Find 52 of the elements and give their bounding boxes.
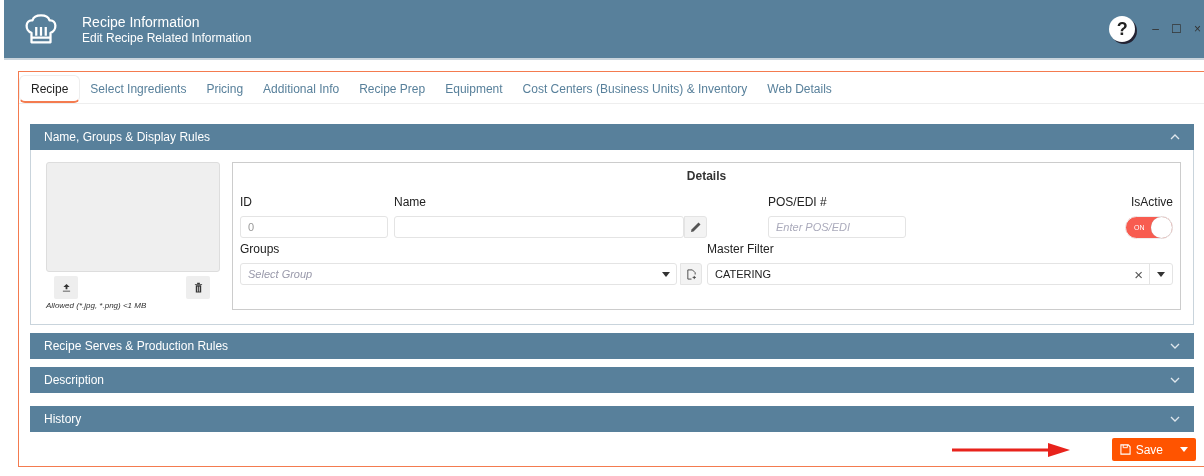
delete-button[interactable] [186, 276, 210, 299]
save-button[interactable]: Save [1111, 438, 1196, 461]
id-field[interactable]: 0 [240, 216, 388, 238]
new-document-button[interactable] [680, 263, 702, 285]
chevron-down-icon [1170, 377, 1180, 383]
chevron-down-icon [1170, 343, 1180, 349]
help-button[interactable]: ? [1109, 16, 1136, 42]
field-label: Master Filter [707, 242, 775, 256]
tab[interactable]: Web Details [757, 75, 842, 103]
section-header[interactable]: History [30, 406, 1194, 432]
details-title: Details [685, 169, 728, 183]
tab[interactable]: Pricing [196, 75, 254, 103]
edit-button[interactable] [684, 216, 707, 238]
field-label: POS/EDI # [768, 195, 828, 209]
trash-icon [193, 282, 203, 293]
chevron-down-icon [1170, 416, 1180, 422]
field-label: Name [394, 195, 427, 209]
document-plus-icon [685, 268, 697, 280]
caret-icon [662, 271, 670, 277]
section-title: History [44, 412, 82, 426]
tab[interactable]: Additional Info [253, 75, 350, 103]
tab[interactable]: Select Ingredients [80, 75, 197, 103]
caret-icon [1157, 271, 1165, 277]
minimize-button[interactable]: – [1149, 22, 1162, 36]
section-header[interactable]: Description [30, 367, 1194, 393]
tab[interactable]: Recipe [19, 75, 81, 103]
field-label: ID [240, 195, 253, 209]
window-subtitle: Edit Recipe Related Information [82, 30, 252, 45]
field-label: IsActive [1131, 195, 1173, 209]
name-field[interactable] [394, 216, 684, 238]
upload-icon [61, 283, 71, 292]
tab[interactable]: Recipe Prep [349, 75, 436, 103]
window-title: Recipe Information [82, 13, 201, 30]
file-hint: Allowed (*.jpg, *.png) <1 MB [46, 301, 148, 310]
group-select[interactable]: Select Group [240, 263, 677, 285]
field-label: Groups [240, 242, 281, 256]
section-title: Description [44, 373, 105, 387]
section-title: Recipe Serves & Production Rules [44, 339, 229, 353]
clear-button[interactable]: × [1128, 265, 1149, 283]
caret-icon [1180, 447, 1188, 452]
master-filter-select[interactable]: CATERING × [707, 263, 1173, 285]
close-button[interactable]: × [1191, 22, 1204, 36]
maximize-button[interactable]: ☐ [1168, 22, 1185, 36]
tab[interactable]: Equipment [435, 75, 513, 103]
section-title: Name, Groups & Display Rules [44, 130, 211, 144]
section-header[interactable]: Recipe Serves & Production Rules [30, 333, 1194, 359]
tab[interactable]: Cost Centers (Business Units) & Inventory [512, 75, 758, 103]
chevron-up-icon [1170, 134, 1180, 140]
pencil-icon [689, 221, 702, 233]
section-header[interactable]: Name, Groups & Display Rules [30, 124, 1194, 150]
upload-button[interactable] [54, 276, 78, 299]
pos-field[interactable]: Enter POS/EDI [768, 216, 906, 238]
